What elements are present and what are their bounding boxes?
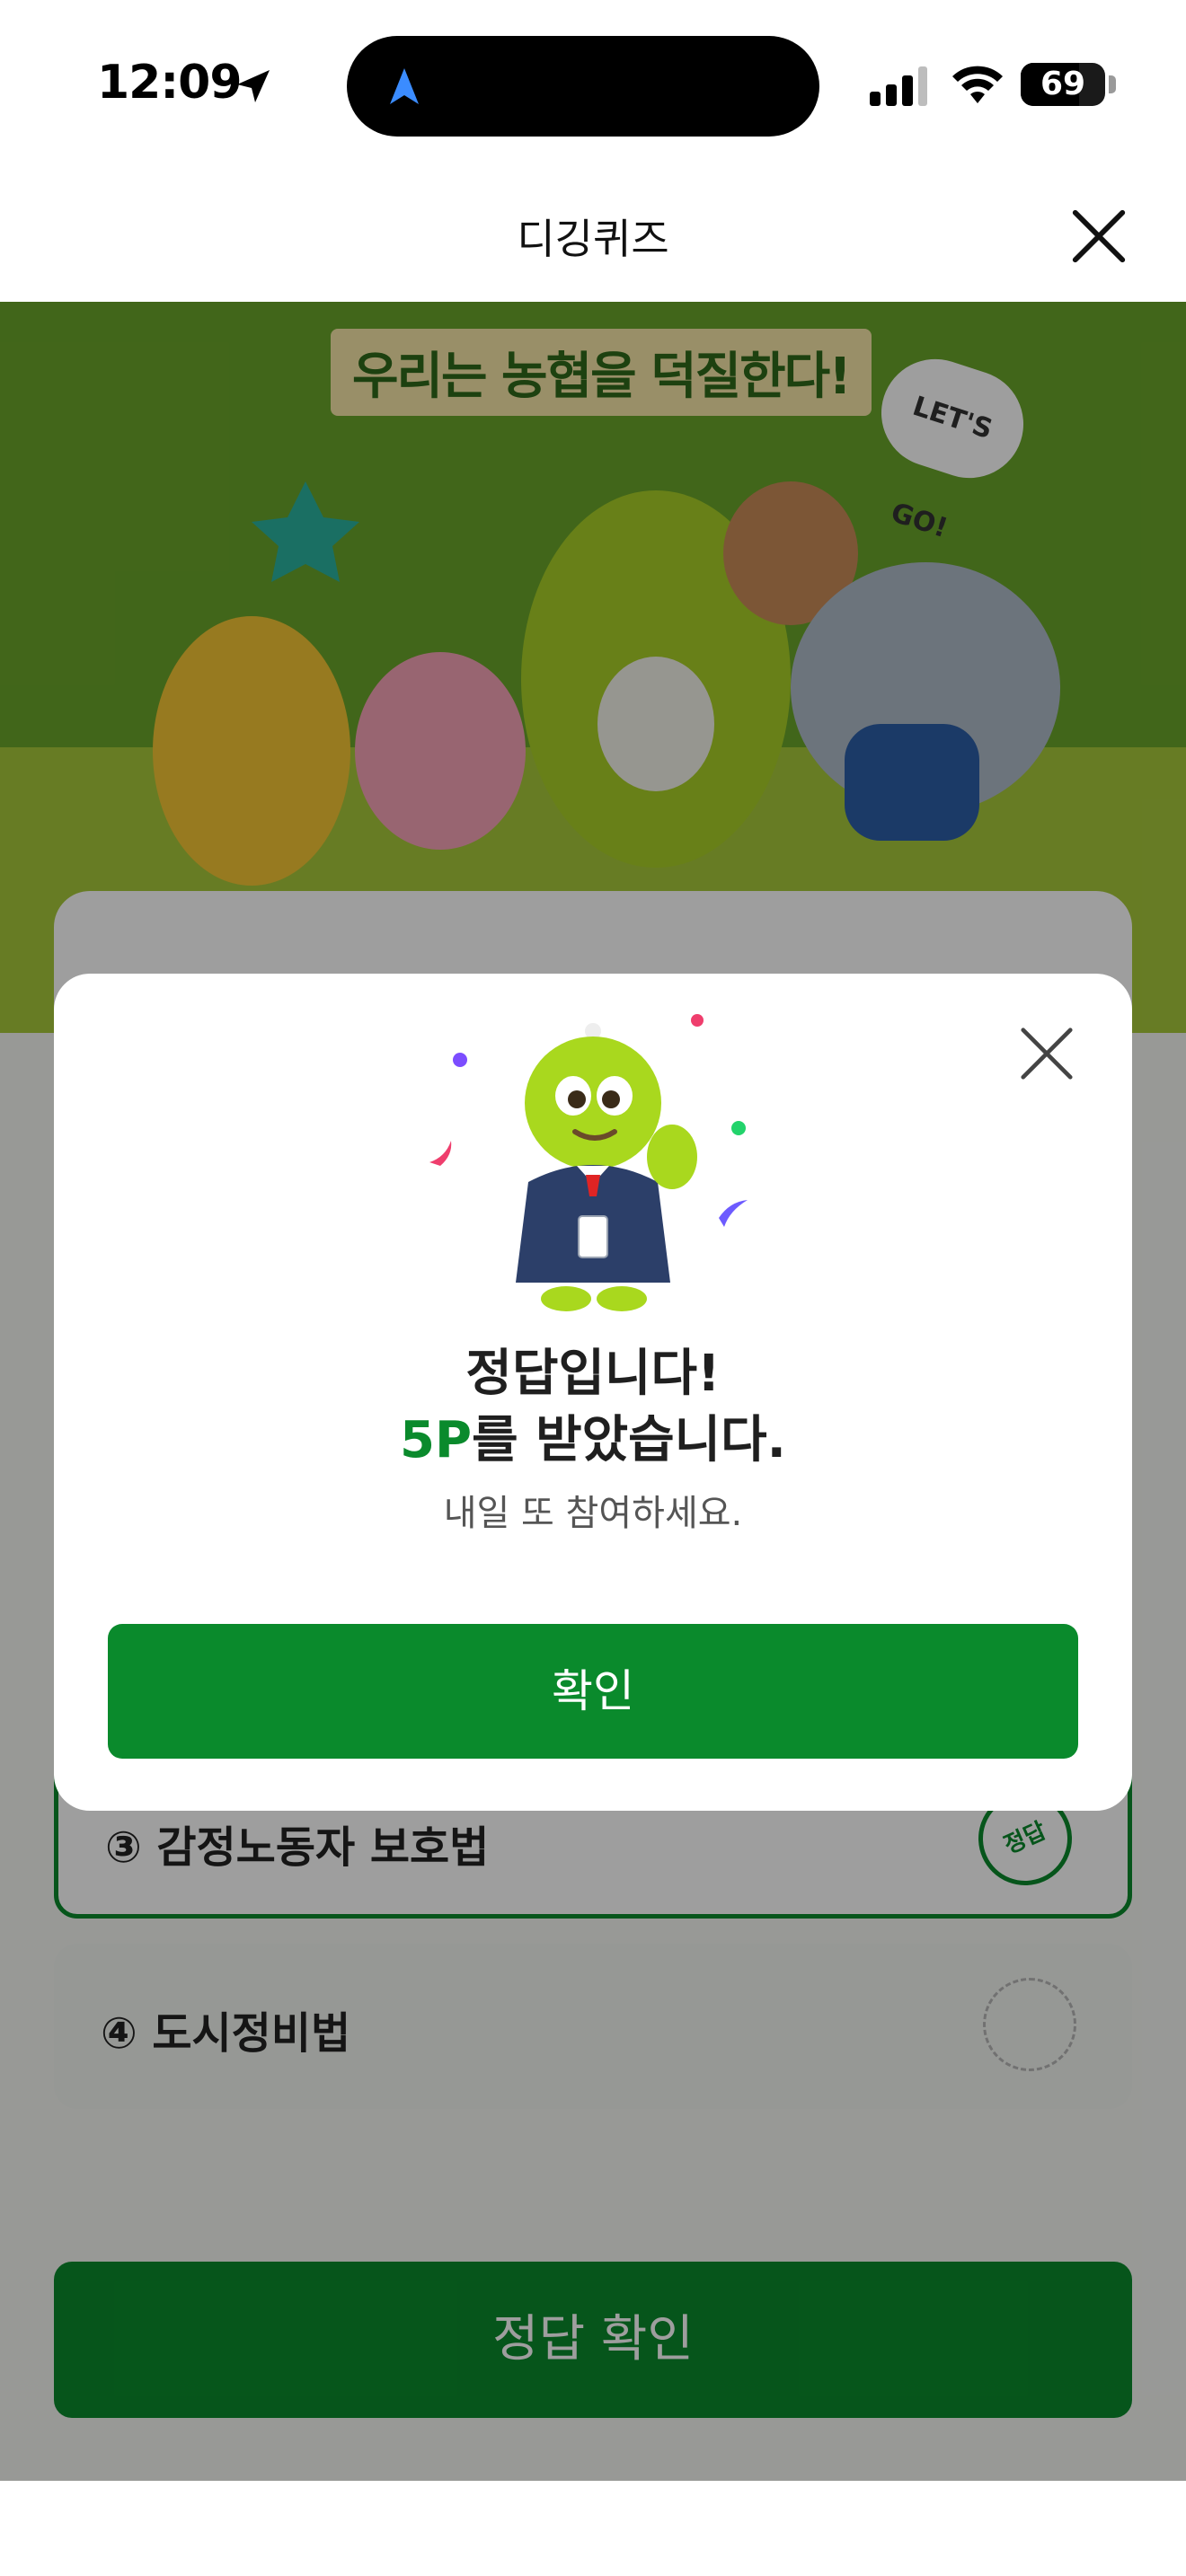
result-modal: 정답입니다! 5P를 받았습니다. 내일 또 참여하세요. 확인 <box>54 974 1132 1811</box>
reward-points: 5P <box>400 1411 473 1469</box>
page-title: 디깅퀴즈 <box>517 215 669 263</box>
dynamic-island <box>347 36 819 137</box>
close-icon[interactable] <box>1067 205 1130 268</box>
modal-subtitle: 내일 또 참여하세요. <box>443 1493 743 1534</box>
reward-text: 를 받았습니다. <box>472 1411 786 1469</box>
close-icon[interactable] <box>1015 1022 1078 1085</box>
modal-reward-text: 5P를 받았습니다. <box>54 1399 1132 1472</box>
mascot-illustration <box>429 1014 748 1311</box>
confirm-button[interactable]: 확인 <box>108 1624 1078 1759</box>
wifi-icon <box>952 66 1003 103</box>
status-bar: 12:09 69 <box>0 0 1186 171</box>
battery-tip <box>1109 75 1116 93</box>
app-header: 디깅퀴즈 <box>0 171 1186 302</box>
modal-title: 정답입니다! <box>465 1345 721 1403</box>
status-time: 12:09 <box>97 56 243 110</box>
battery-percentage: 69 <box>1040 66 1086 102</box>
navigation-icon <box>390 68 419 104</box>
battery-icon: 69 <box>1021 63 1105 106</box>
location-arrow-icon <box>237 70 270 102</box>
bottom-safe-area <box>0 2481 1186 2576</box>
signal-icon <box>870 66 927 106</box>
